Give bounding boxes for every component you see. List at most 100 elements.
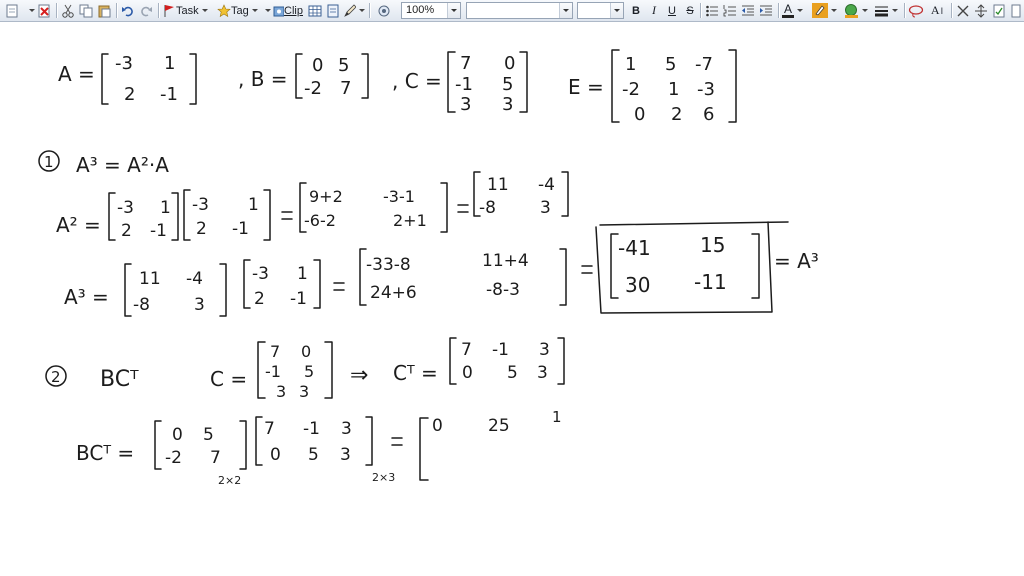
matrix-cell: 2 [121,221,132,241]
matrix-a-cell: -1 [160,84,178,105]
ct-dimension-note: 2×3 [372,471,395,484]
a-squared-result-cell: -4 [538,175,555,195]
a-cubed-result-cell: -41 [618,236,651,260]
matrix-cell: 3 [194,295,205,315]
spell-icon[interactable] [991,2,1007,19]
zoom-select[interactable]: 100% [401,2,461,19]
font-color-letter: A [784,2,793,16]
fill-button[interactable] [844,2,870,19]
undo-icon[interactable] [120,2,136,19]
matrix-cell: 5 [507,363,518,383]
matrix-cell: 3 [299,382,309,401]
matrix-cell: 0 [462,363,473,383]
bct-computation: BCᵀ = 0 5 -2 7 2×2 7 -1 3 0 5 3 2×3 0 25… [76,408,562,487]
stamp-icon[interactable] [373,2,397,19]
matrix-cell: 0 [270,445,281,465]
matrix-b-definition: , B = 0 5 -2 7 [238,53,369,99]
matrix-cell: -6-2 [304,211,336,230]
matrix-e-cell: 1 [668,79,679,100]
matrix-cell: 5 [304,362,314,381]
matrix-a-cell: 2 [124,84,135,105]
new-note-dropdown[interactable] [24,2,36,19]
delete-icon[interactable] [36,2,52,19]
handwritten-note: A = -3 1 2 -1 , B = 0 5 -2 7 , C = 7 0 -… [38,49,819,487]
matrix-cell: -1 [265,362,281,381]
matrix-cell: -33-8 [366,255,411,275]
matrix-cell: -1 [232,219,249,239]
task-flag-icon [164,4,174,17]
page-icon[interactable] [325,2,341,19]
line-style-icon [875,6,888,16]
matrix-cell: 9+2 [309,187,343,206]
copy-icon[interactable] [78,2,94,19]
matrix-cell: 7 [210,448,221,468]
table-icon[interactable] [307,2,323,19]
clip-button[interactable]: Clip [265,2,303,19]
bracket-right [189,53,197,105]
font-size-select[interactable] [577,2,624,19]
paste-icon[interactable] [96,2,112,19]
matrix-cell: 7 [264,419,275,439]
highlighter-icon [812,3,828,18]
matrix-cell: 2 [254,289,265,309]
matrix-cell: 2 [196,219,207,239]
matrix-cell: 5 [203,425,214,445]
underline-button[interactable]: U [665,2,679,19]
matrix-cell: -3-1 [383,187,415,206]
matrix-cell: -3 [192,195,209,215]
bracket-left [101,53,109,105]
matrix-a-definition: A = -3 1 2 -1 [58,53,197,105]
indent-icon[interactable] [758,2,774,19]
matrix-a-label: A = [58,62,95,86]
line-style-button[interactable] [874,2,900,19]
bullets-icon[interactable] [704,2,720,19]
matrix-c-cell: 5 [502,74,513,95]
bct-result-cell: 0 [432,416,443,436]
a-squared-result-cell: -8 [479,198,496,218]
underline-label: U [668,4,676,17]
c-transpose-label: Cᵀ = [393,361,438,385]
matrix-b-cell: 7 [340,78,351,99]
c-label: C = [210,367,247,391]
a-cubed-label: A³ = [64,285,109,309]
tag-button[interactable]: Tag [217,2,263,19]
font-name-select[interactable] [466,2,573,19]
bracket-left [447,51,456,113]
matrix-c-cell: 3 [502,94,513,115]
pen-button[interactable] [343,2,365,19]
spacing-icon[interactable] [973,2,989,19]
a-cubed-computation: A³ = 11 -4 -8 3 -3 1 2 -1 -33-8 11+4 24+… [64,221,819,317]
bold-button[interactable]: B [629,2,643,19]
italic-button[interactable]: I [647,2,661,19]
bracket-left [611,49,620,123]
a-squared-result-cell: 3 [540,198,551,218]
strikethrough-button[interactable]: S [683,2,697,19]
outdent-icon[interactable] [740,2,756,19]
matrix-cell: 1 [248,195,259,215]
matrix-e-label: E = [568,75,604,99]
matrix-cell: 0 [301,342,311,361]
b-dimension-note: 2×2 [218,474,241,487]
more-options-icon[interactable] [1009,2,1023,19]
redo-icon[interactable] [138,2,154,19]
highlighter-button[interactable] [812,2,840,19]
cut-icon[interactable] [60,2,76,19]
pen-icon [344,3,356,17]
bracket-right [519,51,528,113]
note-canvas[interactable]: A = -3 1 2 -1 , B = 0 5 -2 7 , C = 7 0 -… [0,22,1024,576]
text-effects-button[interactable]: AI [927,2,947,19]
matrix-cell: 3 [539,340,550,360]
matrix-cell: 1 [160,198,171,218]
matrix-cell: -8-3 [486,280,520,300]
tag-star-icon [217,3,231,17]
lasso-icon[interactable] [907,2,925,19]
task-button[interactable]: Task [162,2,214,19]
matrix-a-cell: -3 [115,53,133,74]
close-icon[interactable] [955,2,971,19]
matrix-cell: -4 [186,269,203,289]
new-note-icon[interactable] [4,2,20,19]
matrix-cell: 3 [276,382,286,401]
text-effects-label: A [930,3,940,17]
numbering-icon[interactable] [722,2,738,19]
font-color-button[interactable]: A [782,2,808,19]
